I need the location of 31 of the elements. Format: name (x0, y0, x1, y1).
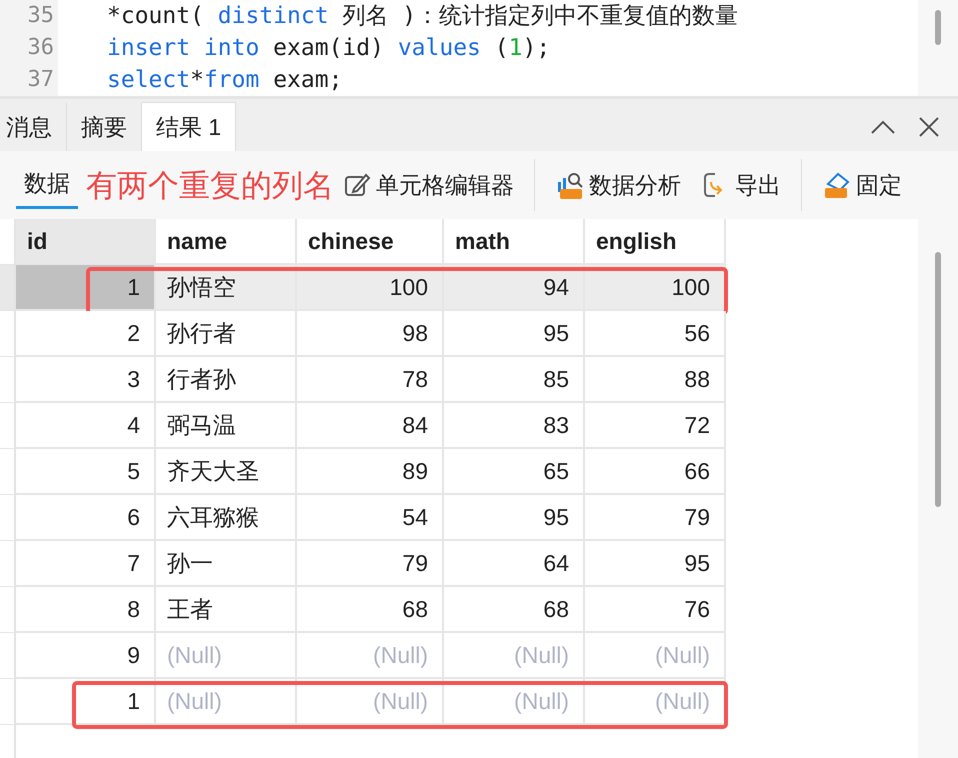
result-tab[interactable]: 结果 1 (142, 102, 236, 151)
column-header[interactable]: english (585, 219, 726, 265)
view-tab[interactable]: 数据 (16, 162, 78, 208)
column-header[interactable]: id (16, 219, 156, 265)
toolbar-button[interactable]: 单元格编辑器 (332, 163, 524, 207)
code-line: *count( distinct 列名 )：统计指定列中不重复值的数量 (107, 2, 740, 31)
pin-icon (822, 170, 852, 200)
annotation-text: 有两个重复的列名 (86, 167, 334, 205)
collapse-icon[interactable] (870, 119, 896, 135)
scrollbar[interactable] (918, 219, 958, 758)
row-header[interactable] (0, 265, 14, 311)
column-header[interactable]: chinese (297, 219, 444, 265)
table-cell: (Null) (156, 679, 297, 725)
close-icon[interactable] (918, 116, 940, 138)
scrollbar[interactable] (918, 0, 958, 96)
code-line: insert into exam(id) values (1); (107, 34, 552, 63)
line-number: 35 (26, 2, 55, 30)
toolbar-button[interactable]: 导出 (691, 163, 791, 207)
table-cell: (Null) (444, 679, 585, 725)
table-cell: (Null) (585, 679, 726, 725)
table-cell: 1 (16, 679, 156, 725)
table-cell: 1 (16, 265, 156, 311)
line-number: 36 (26, 34, 55, 62)
chart-search-icon (555, 170, 585, 200)
toolbar-button[interactable]: 数据分析 (545, 163, 691, 207)
line-number: 37 (26, 66, 55, 94)
code-line: select*from exam; (107, 66, 344, 95)
column-header[interactable]: name (156, 219, 297, 265)
toolbar-button[interactable]: 固定 (812, 163, 912, 207)
column-header[interactable]: math (444, 219, 585, 265)
table-cell: (Null) (297, 679, 444, 725)
